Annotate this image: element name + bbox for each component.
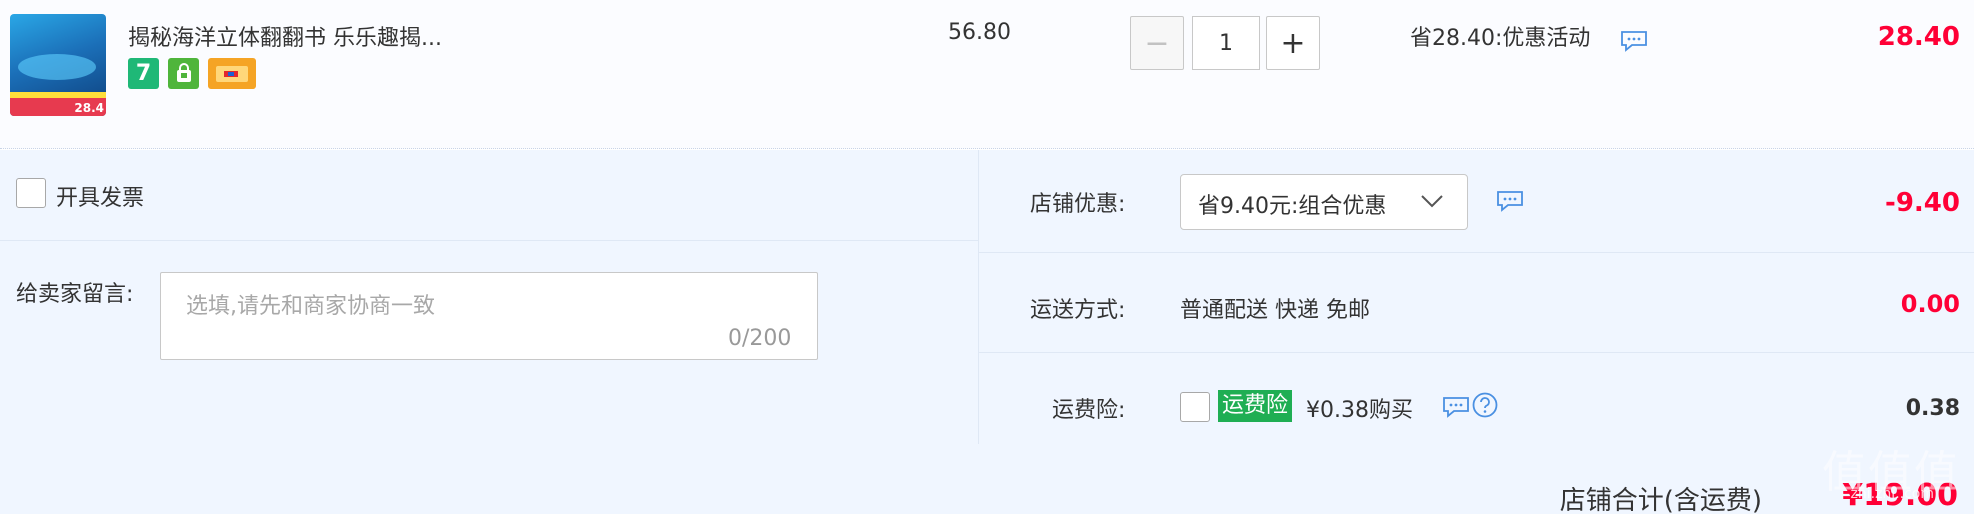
- shipping-insurance-label: 运费险:: [1052, 398, 1126, 423]
- divider: [978, 252, 1974, 253]
- char-counter: 0/200: [728, 326, 792, 351]
- seven-day-label: 7: [135, 61, 152, 86]
- seller-note-placeholder: 选填,请先和商家协商一致: [186, 294, 435, 319]
- help-icon[interactable]: [1472, 392, 1498, 418]
- watermark-url: zhi.zhi..com: [1850, 486, 1934, 502]
- chevron-down-icon: [1421, 195, 1443, 208]
- quantity-minus-button[interactable]: −: [1130, 16, 1184, 70]
- product-title-link[interactable]: 揭秘海洋立体翻翻书 乐乐趣揭...: [128, 20, 442, 52]
- shop-discount-selected-value: 省9.40元:组合优惠: [1198, 194, 1387, 219]
- quantity-plus-button[interactable]: +: [1266, 16, 1320, 70]
- shopping-bag-icon: [168, 58, 199, 89]
- thumbnail-price: 28.4: [74, 101, 104, 115]
- insurance-price: ¥0.38购买: [1306, 398, 1413, 423]
- shipping-method-value: 普通配送 快递 免邮: [1180, 298, 1370, 323]
- shipping-fee-amount: 0.00: [1900, 290, 1960, 318]
- unit-price: 56.80: [948, 20, 1011, 45]
- shop-discount-amount: -9.40: [1885, 188, 1960, 218]
- message-icon[interactable]: [1620, 30, 1648, 52]
- item-discount-text: 省28.40:优惠活动: [1410, 26, 1591, 51]
- seven-day-return-icon: 7: [128, 58, 159, 89]
- message-icon[interactable]: [1496, 190, 1524, 212]
- message-icon[interactable]: [1442, 396, 1470, 418]
- credit-card-icon: [208, 58, 256, 89]
- seller-note-label: 给卖家留言:: [16, 282, 134, 307]
- invoice-label[interactable]: 开具发票: [56, 180, 144, 212]
- insurance-badge: 运费险: [1218, 390, 1293, 422]
- divider: [0, 240, 978, 241]
- divider: [978, 352, 1974, 353]
- shop-discount-label: 店铺优惠:: [1030, 192, 1126, 217]
- item-subtotal: 28.40: [1877, 22, 1960, 52]
- quantity-input[interactable]: [1192, 16, 1260, 70]
- shop-total-label: 店铺合计(含运费): [1559, 486, 1762, 516]
- product-thumbnail[interactable]: 28.4: [10, 14, 106, 116]
- insurance-amount: 0.38: [1905, 396, 1960, 421]
- invoice-checkbox[interactable]: [16, 178, 46, 208]
- shipping-method-label: 运送方式:: [1030, 298, 1126, 323]
- shipping-insurance-checkbox[interactable]: [1180, 392, 1210, 422]
